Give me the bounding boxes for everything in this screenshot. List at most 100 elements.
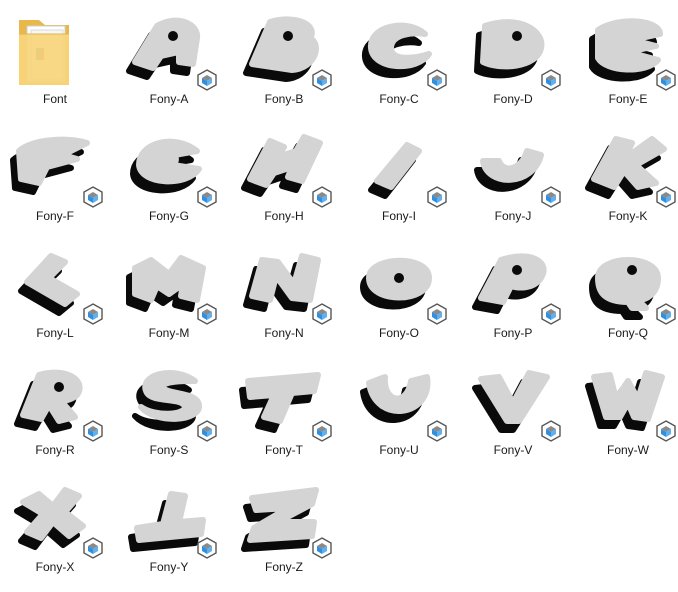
file-item-fony-c[interactable]: Fony-C xyxy=(344,0,454,112)
font-file-badge-icon xyxy=(427,420,447,442)
file-label: Fony-F xyxy=(35,209,74,223)
font-glyph-thumbnail xyxy=(347,355,451,443)
file-label: Fony-Y xyxy=(149,560,189,574)
file-label: Fony-R xyxy=(35,443,75,457)
font-file-badge-icon xyxy=(656,69,676,91)
font-glyph-thumbnail xyxy=(232,355,336,443)
file-item-fony-m[interactable]: Fony-M xyxy=(114,234,224,346)
file-label: Fony-U xyxy=(379,443,419,457)
file-item-fony-n[interactable]: Fony-N xyxy=(229,234,339,346)
file-grid: Font Fony-A Fony-B Fony-C Fony-D Fony-E Fony-… xyxy=(0,0,678,592)
font-glyph-thumbnail xyxy=(576,4,678,92)
file-label: Fony-Q xyxy=(607,326,648,340)
font-glyph-thumbnail xyxy=(461,238,565,326)
font-glyph-thumbnail xyxy=(232,238,336,326)
file-item-fony-x[interactable]: Fony-X xyxy=(0,468,110,580)
font-glyph-thumbnail xyxy=(3,355,107,443)
font-glyph-thumbnail xyxy=(117,355,221,443)
file-item-fony-t[interactable]: Fony-T xyxy=(229,351,339,463)
file-item-fony-p[interactable]: Fony-P xyxy=(458,234,568,346)
font-glyph-thumbnail xyxy=(461,121,565,209)
font-file-badge-icon xyxy=(312,186,332,208)
font-file-badge-icon xyxy=(83,537,103,559)
file-label: Fony-Z xyxy=(264,560,303,574)
font-glyph-thumbnail xyxy=(117,121,221,209)
file-label: Fony-W xyxy=(607,443,649,457)
folder-label: Font xyxy=(42,92,67,106)
file-label: Fony-C xyxy=(379,92,419,106)
file-item-fony-u[interactable]: Fony-U xyxy=(344,351,454,463)
file-label: Fony-V xyxy=(493,443,533,457)
font-glyph-thumbnail xyxy=(347,4,451,92)
file-label: Fony-P xyxy=(493,326,533,340)
font-glyph-thumbnail xyxy=(576,238,678,326)
file-item-fony-z[interactable]: Fony-Z xyxy=(229,468,339,580)
font-file-badge-icon xyxy=(312,537,332,559)
font-file-badge-icon xyxy=(541,303,561,325)
font-file-badge-icon xyxy=(83,186,103,208)
font-file-badge-icon xyxy=(197,420,217,442)
font-glyph-thumbnail xyxy=(117,4,221,92)
file-label: Fony-T xyxy=(264,443,303,457)
font-glyph-thumbnail xyxy=(232,4,336,92)
font-glyph-thumbnail xyxy=(576,121,678,209)
file-item-fony-j[interactable]: Fony-J xyxy=(458,117,568,229)
font-file-badge-icon xyxy=(197,186,217,208)
file-item-fony-o[interactable]: Fony-O xyxy=(344,234,454,346)
file-label: Fony-B xyxy=(264,92,304,106)
file-item-fony-h[interactable]: Fony-H xyxy=(229,117,339,229)
file-item-fony-e[interactable]: Fony-E xyxy=(573,0,678,112)
font-glyph-thumbnail xyxy=(3,121,107,209)
font-glyph-thumbnail xyxy=(232,472,336,560)
font-file-badge-icon xyxy=(312,69,332,91)
file-item-fony-l[interactable]: Fony-L xyxy=(0,234,110,346)
file-label: Fony-I xyxy=(381,209,416,223)
file-label: Fony-O xyxy=(378,326,419,340)
font-glyph-thumbnail xyxy=(347,238,451,326)
file-item-fony-w[interactable]: Fony-W xyxy=(573,351,678,463)
font-glyph-thumbnail xyxy=(3,238,107,326)
file-item-fony-q[interactable]: Fony-Q xyxy=(573,234,678,346)
file-label: Fony-A xyxy=(149,92,189,106)
file-item-fony-i[interactable]: Fony-I xyxy=(344,117,454,229)
file-item-fony-g[interactable]: Fony-G xyxy=(114,117,224,229)
font-file-badge-icon xyxy=(656,420,676,442)
font-file-badge-icon xyxy=(312,420,332,442)
font-file-badge-icon xyxy=(427,303,447,325)
font-file-badge-icon xyxy=(197,69,217,91)
file-item-fony-d[interactable]: Fony-D xyxy=(458,0,568,112)
font-file-badge-icon xyxy=(83,420,103,442)
font-file-badge-icon xyxy=(541,186,561,208)
font-glyph-thumbnail xyxy=(117,238,221,326)
font-file-badge-icon xyxy=(541,69,561,91)
font-glyph-thumbnail xyxy=(576,355,678,443)
font-glyph-thumbnail xyxy=(117,472,221,560)
font-file-badge-icon xyxy=(197,303,217,325)
file-label: Fony-D xyxy=(493,92,533,106)
file-item-fony-r[interactable]: Fony-R xyxy=(0,351,110,463)
folder-item-font[interactable]: Font xyxy=(0,0,110,112)
font-file-badge-icon xyxy=(656,303,676,325)
font-file-badge-icon xyxy=(427,69,447,91)
font-glyph-thumbnail xyxy=(347,121,451,209)
font-glyph-thumbnail xyxy=(461,4,565,92)
font-file-badge-icon xyxy=(197,537,217,559)
file-label: Fony-G xyxy=(148,209,189,223)
file-label: Fony-L xyxy=(36,326,74,340)
font-file-badge-icon xyxy=(427,186,447,208)
file-item-fony-v[interactable]: Fony-V xyxy=(458,351,568,463)
file-label: Fony-K xyxy=(608,209,648,223)
font-glyph-thumbnail xyxy=(232,121,336,209)
file-item-fony-a[interactable]: Fony-A xyxy=(114,0,224,112)
file-item-fony-b[interactable]: Fony-B xyxy=(229,0,339,112)
file-item-fony-k[interactable]: Fony-K xyxy=(573,117,678,229)
file-item-fony-s[interactable]: Fony-S xyxy=(114,351,224,463)
font-file-badge-icon xyxy=(656,186,676,208)
file-label: Fony-J xyxy=(494,209,532,223)
font-file-badge-icon xyxy=(83,303,103,325)
file-item-fony-f[interactable]: Fony-F xyxy=(0,117,110,229)
file-item-fony-y[interactable]: Fony-Y xyxy=(114,468,224,580)
folder-icon xyxy=(3,4,107,92)
file-label: Fony-M xyxy=(148,326,190,340)
file-label: Fony-H xyxy=(264,209,304,223)
